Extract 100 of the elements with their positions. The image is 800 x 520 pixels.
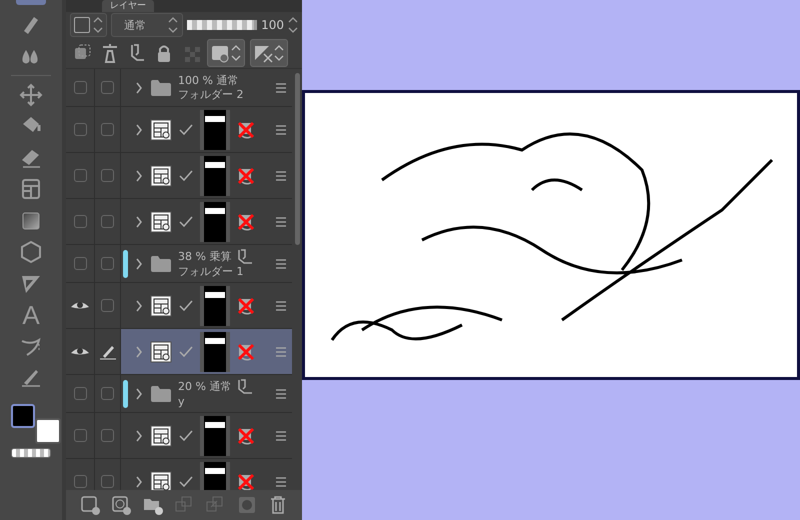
layer-tab[interactable]: レイヤー	[102, 0, 154, 12]
mask-disabled-icon	[236, 166, 256, 186]
chevron-icon[interactable]	[134, 256, 144, 270]
layer-row[interactable]	[66, 329, 292, 375]
opacity-slider[interactable]	[187, 20, 258, 30]
new-raster-layer-icon[interactable]	[78, 494, 101, 516]
new-vector-layer-icon[interactable]	[110, 494, 132, 516]
visibility-checkbox[interactable]	[74, 169, 86, 182]
folder-opacity-blend: 100 % 通常	[178, 74, 238, 88]
menu-icon[interactable]	[275, 388, 287, 398]
hexagon-icon[interactable]	[19, 240, 43, 264]
layer-thumbnail	[200, 462, 230, 490]
folder-icon	[150, 384, 172, 402]
visibility-checkbox[interactable]	[74, 215, 86, 228]
folder-name: フォルダー 1	[178, 264, 244, 278]
chevron-icon[interactable]	[134, 168, 144, 182]
mask-disabled-icon	[236, 426, 256, 446]
frame-layer-icon	[150, 118, 172, 140]
frame-layer-icon	[150, 424, 172, 446]
layer-row[interactable]: 100 % 通常 フォルダー 2	[66, 69, 292, 107]
sub-color-swatch[interactable]	[35, 418, 61, 444]
edit-lock-checkbox[interactable]	[101, 299, 114, 312]
edit-lock-checkbox[interactable]	[101, 257, 114, 270]
blend-mode-dropdown[interactable]: 通常	[111, 13, 183, 37]
layer-thumbnail	[200, 156, 230, 196]
menu-icon[interactable]	[275, 430, 287, 440]
edit-lock-checkbox[interactable]	[101, 81, 114, 94]
mask-toggle-button[interactable]	[207, 39, 245, 67]
menu-icon[interactable]	[275, 258, 287, 268]
menu-icon[interactable]	[275, 216, 287, 226]
edit-lock-checkbox[interactable]	[101, 215, 114, 228]
ruler-toggle-button[interactable]	[250, 39, 288, 67]
check-icon	[178, 474, 194, 488]
chevron-icon[interactable]	[134, 298, 144, 312]
layer-color-dropdown[interactable]	[70, 13, 107, 37]
visibility-checkbox[interactable]	[74, 429, 86, 442]
chevron-icon[interactable]	[134, 386, 144, 400]
check-icon	[178, 168, 194, 182]
edit-lock-checkbox[interactable]	[101, 475, 114, 488]
spinner-icon	[93, 16, 103, 34]
edit-lock-checkbox[interactable]	[101, 387, 114, 400]
edit-lock-checkbox[interactable]	[101, 123, 114, 136]
visibility-checkbox[interactable]	[74, 81, 86, 94]
visibility-checkbox[interactable]	[74, 475, 86, 488]
chevron-icon[interactable]	[134, 428, 144, 442]
menu-icon[interactable]	[275, 124, 287, 134]
layer-row[interactable]	[66, 107, 292, 153]
visibility-checkbox[interactable]	[74, 123, 86, 136]
menu-icon[interactable]	[275, 170, 287, 180]
check-icon	[178, 122, 194, 136]
menu-icon[interactable]	[275, 476, 287, 486]
eye-icon[interactable]	[70, 300, 90, 312]
spinner-icon	[168, 16, 178, 34]
mask-disabled-icon	[236, 342, 256, 362]
frame-layer-icon	[150, 294, 172, 316]
check-icon	[178, 344, 194, 358]
check-icon	[178, 428, 194, 442]
folder-opacity-blend: 20 % 通常	[178, 380, 232, 394]
pen-icon[interactable]	[98, 344, 116, 360]
visibility-checkbox[interactable]	[74, 387, 86, 400]
chevron-icon[interactable]	[134, 344, 144, 358]
frame-icon[interactable]	[19, 177, 43, 202]
chevron-icon[interactable]	[134, 122, 144, 136]
folder-icon	[150, 78, 172, 96]
menu-icon[interactable]	[275, 82, 287, 92]
layer-row[interactable]: 38 % 乗算 フォルダー 1	[66, 245, 292, 283]
layer-thumbnail	[200, 332, 230, 372]
main-color-swatch[interactable]	[11, 404, 35, 428]
transparent-color-swatch[interactable]	[11, 448, 51, 458]
menu-icon[interactable]	[275, 346, 287, 356]
opacity-value[interactable]: 100	[261, 18, 284, 32]
folder-name: フォルダー 2	[178, 88, 244, 102]
layer-thumbnail	[200, 202, 230, 242]
layer-thumbnail	[200, 416, 230, 456]
layer-row[interactable]	[66, 153, 292, 199]
frame-layer-icon	[150, 210, 172, 232]
chevron-icon[interactable]	[134, 80, 144, 94]
folder-opacity-blend: 38 % 乗算	[178, 250, 232, 264]
menu-icon[interactable]	[275, 300, 287, 310]
mask-disabled-icon	[236, 212, 256, 232]
frame-layer-icon	[150, 470, 172, 490]
chevron-icon[interactable]	[134, 214, 144, 228]
chevron-icon[interactable]	[134, 474, 144, 488]
folder-name: y	[178, 394, 186, 408]
mask-disabled-icon	[236, 120, 256, 140]
text-tool-icon[interactable]: A	[22, 302, 40, 328]
layer-thumbnail	[200, 286, 230, 326]
edit-lock-checkbox[interactable]	[101, 169, 114, 182]
mask-disabled-icon	[236, 296, 256, 316]
frame-layer-icon	[150, 340, 172, 362]
layer-row[interactable]	[66, 199, 292, 245]
visibility-checkbox[interactable]	[74, 257, 86, 270]
frame-layer-icon	[150, 164, 172, 186]
check-icon	[178, 214, 194, 228]
layer-thumbnail	[200, 110, 230, 150]
eye-icon[interactable]	[70, 346, 90, 358]
layer-row[interactable]: 20 % 通常 y	[66, 375, 292, 413]
move-icon[interactable]	[19, 82, 43, 107]
spinner-icon[interactable]	[288, 16, 298, 34]
edit-lock-checkbox[interactable]	[101, 429, 114, 442]
